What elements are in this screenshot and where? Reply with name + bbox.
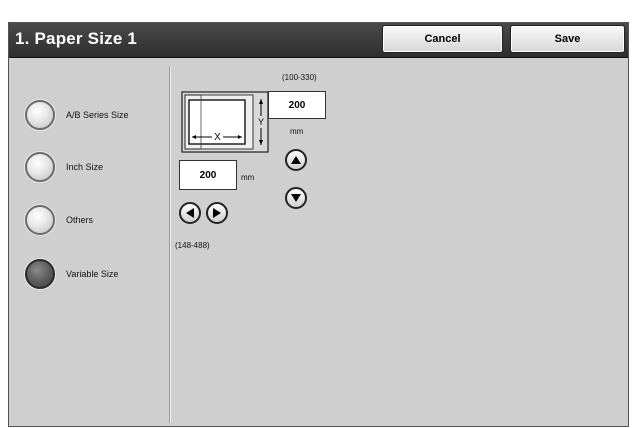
title-bar: 1. Paper Size 1 Cancel Save [9,23,628,58]
option-label: Variable Size [66,269,119,279]
up-arrow-icon [291,156,301,164]
y-size-field[interactable]: 200 [268,91,326,119]
option-ab-series-size[interactable]: A/B Series Size [25,100,129,130]
option-label: Others [66,215,94,225]
paper-size-screen: 1. Paper Size 1 Cancel Save A/B Series S… [8,22,629,427]
option-others[interactable]: Others [25,205,93,235]
y-unit-label: mm [290,127,304,136]
svg-text:X: X [214,132,221,143]
right-arrow-icon [213,208,221,218]
save-button[interactable]: Save [510,25,625,53]
panel-divider [169,67,171,423]
option-variable-size[interactable]: Variable Size [25,259,118,289]
option-inch-size[interactable]: Inch Size [25,152,103,182]
cancel-button[interactable]: Cancel [382,25,503,53]
option-label: Inch Size [66,162,104,172]
down-arrow-icon [291,194,301,202]
radio-button[interactable] [25,152,55,182]
decrease-y-button[interactable] [285,187,307,209]
increase-x-button[interactable] [206,202,228,224]
decrease-x-button[interactable] [179,202,201,224]
y-range-label: (100-330) [282,73,317,82]
svg-text:Y: Y [258,117,264,127]
paper-size-diagram-icon: X Y [181,91,269,153]
left-arrow-icon [186,208,194,218]
x-range-label: (148-488) [175,241,210,250]
page-title: 1. Paper Size 1 [15,29,138,48]
radio-button[interactable] [25,100,55,130]
increase-y-button[interactable] [285,149,307,171]
radio-button[interactable] [25,205,55,235]
radio-button-selected[interactable] [25,259,55,289]
option-label: A/B Series Size [66,110,129,120]
x-unit-label: mm [241,173,255,182]
x-size-field[interactable]: 200 [179,160,237,190]
